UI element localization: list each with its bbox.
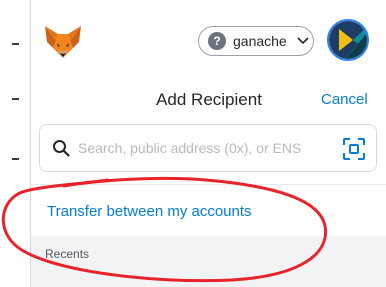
- recipient-search-input[interactable]: [78, 137, 330, 159]
- app-header: ? ganache: [31, 0, 386, 80]
- search-icon: [53, 140, 70, 157]
- qr-scan-icon[interactable]: [342, 137, 366, 161]
- network-selector[interactable]: ? ganache: [198, 26, 314, 56]
- chevron-down-icon: [297, 37, 309, 45]
- metamask-popup: ? ganache Add Recipient Cancel Search, p…: [30, 0, 386, 287]
- account-identicon: [329, 21, 367, 59]
- background-mark: [12, 43, 19, 45]
- recents-heading: Recents: [45, 247, 90, 261]
- background-page-edge: [0, 0, 30, 287]
- cancel-button[interactable]: Cancel: [321, 91, 368, 108]
- transfer-between-accounts-link[interactable]: Transfer between my accounts: [47, 203, 252, 220]
- account-menu-avatar[interactable]: [327, 19, 369, 61]
- recents-section: [31, 236, 386, 287]
- section-divider: [31, 184, 386, 185]
- background-mark: [12, 158, 19, 160]
- question-mark-icon: ?: [208, 32, 226, 50]
- recipient-search-box: [39, 124, 377, 172]
- metamask-fox-icon: [45, 26, 81, 58]
- network-name: ganache: [233, 33, 287, 49]
- background-mark: [12, 98, 19, 100]
